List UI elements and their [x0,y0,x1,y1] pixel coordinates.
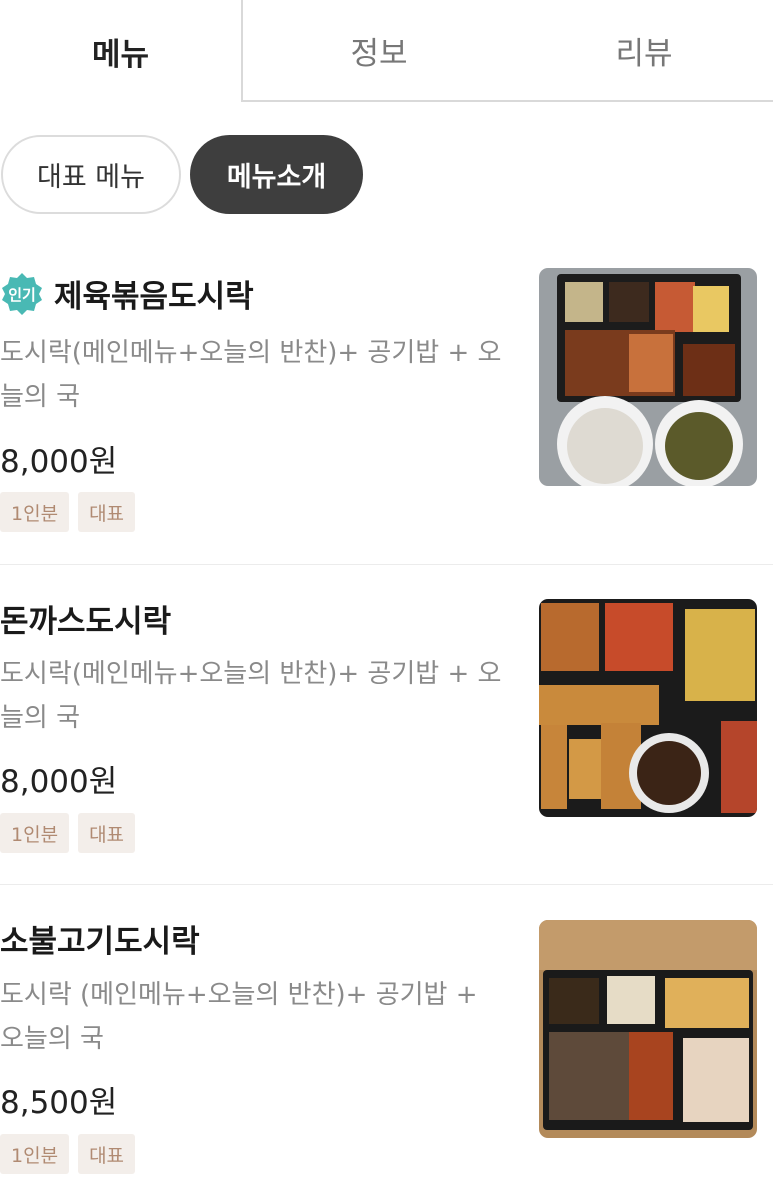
menu-item-name-row: 인기 제육볶음도시락 [0,271,254,316]
menu-item-price: 8,000원 [0,444,118,480]
menu-item-tags: 1인분 대표 [0,813,144,853]
chip-menu-intro[interactable]: 메뉴소개 [190,135,363,214]
menu-item-name-row: 소불고기도시락 [0,916,200,961]
tab-menu[interactable]: 메뉴 [0,0,241,102]
jeyuk-lunchbox-photo[interactable] [539,268,757,486]
tag-signature: 대표 [78,813,136,853]
tag-serving: 1인분 [0,1134,70,1174]
menu-item-price: 8,500원 [0,1085,118,1121]
tab-review[interactable]: 리뷰 [515,0,773,102]
chip-signature-menu[interactable]: 대표 메뉴 [1,135,181,214]
menu-item-description: 도시락(메인메뉴+오늘의 반찬)+ 공기밥 + 오 늘의 국 [0,659,502,733]
menu-item-name: 제육볶음도시락 [54,279,254,315]
menu-item-name: 돈까스도시락 [0,604,172,640]
tag-serving: 1인분 [0,492,70,532]
menu-item-price: 8,000원 [0,764,118,800]
tag-signature: 대표 [78,492,136,532]
menu-item-tags: 1인분 대표 [0,1134,144,1174]
menu-item-name: 소불고기도시락 [0,924,200,960]
tag-signature: 대표 [78,1134,136,1174]
divider [0,884,773,885]
menu-tab-bar: 메뉴 정보 리뷰 [0,0,773,102]
popular-badge-label: 인기 [8,286,36,304]
donkatsu-lunchbox-photo[interactable] [539,599,757,817]
menu-item-name-row: 돈까스도시락 [0,596,171,641]
menu-item-description: 도시락 (메인메뉴+오늘의 반찬)+ 공기밥 + 오늘의 국 [0,980,478,1054]
bulgogi-lunchbox-photo[interactable] [539,920,757,1138]
menu-item-tags: 1인분 대표 [0,492,144,532]
menu-item-description: 도시락(메인메뉴+오늘의 반찬)+ 공기밥 + 오 늘의 국 [0,338,502,412]
tag-serving: 1인분 [0,813,70,853]
tab-info[interactable]: 정보 [241,0,515,102]
popular-badge: 인기 [0,272,44,316]
divider [0,564,773,565]
